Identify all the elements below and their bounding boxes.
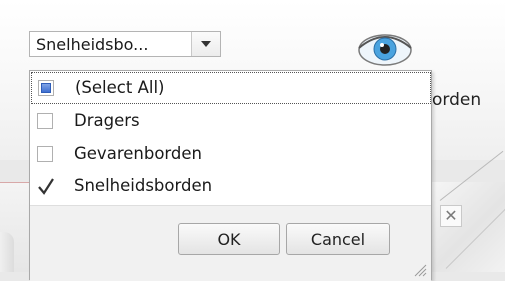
checkbox-dragers[interactable] <box>37 113 53 129</box>
list-item-label: (Select All) <box>75 78 165 97</box>
cancel-button[interactable]: Cancel <box>286 223 390 255</box>
filter-combobox-dropdown-button[interactable] <box>191 32 220 56</box>
resize-grip-icon[interactable] <box>411 261 427 277</box>
list-item-dragers[interactable]: Dragers <box>31 106 431 138</box>
list-item-label: Dragers <box>74 111 140 130</box>
background-shape <box>0 232 14 272</box>
checkmark-icon <box>38 178 54 195</box>
ok-button[interactable]: OK <box>178 223 280 255</box>
checkbox-gevarenborden[interactable] <box>37 146 53 162</box>
list-item-snelheidsborden[interactable]: Snelheidsborden <box>31 171 431 203</box>
list-item-label: Snelheidsborden <box>74 176 213 195</box>
filter-dropdown-list: (Select All) Dragers Gevarenborden Snelh… <box>29 70 432 281</box>
list-item-label: Gevarenborden <box>74 144 202 163</box>
filter-combobox[interactable]: Snelheidsbo... <box>29 31 221 57</box>
map-background <box>430 182 505 272</box>
list-item-gevarenborden[interactable]: Gevarenborden <box>31 139 431 171</box>
dropdown-arrow-icon <box>201 41 211 47</box>
filter-combobox-value: Snelheidsbo... <box>36 35 149 54</box>
checkbox-select-all[interactable] <box>38 80 54 96</box>
close-icon[interactable]: ✕ <box>440 205 462 227</box>
ribbon-partial-label: orden <box>432 90 482 110</box>
eye-icon[interactable] <box>355 30 415 70</box>
list-item-select-all[interactable]: (Select All) <box>31 72 431 104</box>
